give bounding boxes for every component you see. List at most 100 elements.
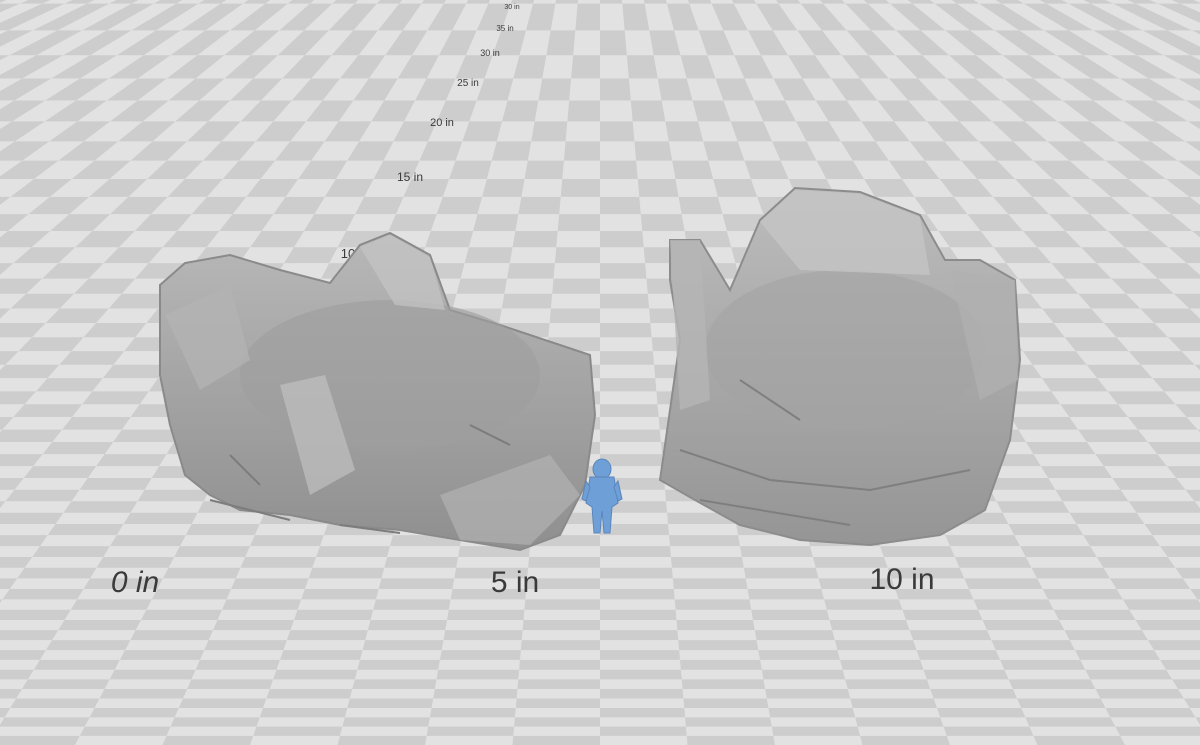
- floor-tile: [517, 679, 600, 689]
- scale-label-0in: 0 in: [110, 566, 160, 599]
- floor-tile: [357, 659, 440, 670]
- floor-tile: [204, 640, 287, 651]
- floor-tile: [524, 599, 600, 610]
- floor-tile: [943, 726, 1034, 736]
- floor-tile: [973, 599, 1054, 610]
- floor-tile: [600, 293, 650, 309]
- floor-tile: [555, 0, 579, 4]
- floor-tile: [600, 323, 652, 338]
- floor-tile: [902, 609, 983, 620]
- floor-tile: [99, 688, 188, 699]
- floor-tile: [286, 630, 368, 641]
- floor-tile: [362, 640, 444, 651]
- floor-tile: [1017, 698, 1106, 708]
- floor-tile: [426, 726, 515, 736]
- floor-tile: [21, 679, 110, 689]
- floor-tile: [522, 619, 600, 631]
- floor-tile: [630, 100, 666, 122]
- floor-tile: [187, 679, 274, 689]
- floor-tile: [109, 669, 196, 680]
- floor-tile: [600, 0, 623, 4]
- floor-tile: [850, 698, 937, 708]
- floor-tile: [1008, 679, 1096, 689]
- floor-tile: [524, 160, 564, 180]
- floor-tile: [213, 619, 294, 631]
- floor-tile: [0, 535, 48, 547]
- floor-tile: [1109, 578, 1191, 589]
- floor-tile: [0, 512, 64, 524]
- floor-tile: [221, 599, 302, 610]
- floor-tile: [1040, 466, 1113, 479]
- floor-tile: [923, 669, 1009, 680]
- floor-tile: [686, 735, 775, 745]
- floor-tile: [834, 640, 917, 651]
- floor-tile: [130, 630, 214, 641]
- floor-tile: [119, 650, 205, 660]
- floor-tile: [765, 688, 851, 699]
- floor-tile: [337, 735, 427, 745]
- floor-tile: [1085, 669, 1173, 680]
- floor-tile: [342, 717, 430, 727]
- floor-tile: [36, 378, 103, 392]
- floor-tile: [909, 630, 992, 641]
- floor-tile: [446, 609, 525, 620]
- floor-tile: [1078, 429, 1148, 442]
- floor-tile: [1107, 391, 1176, 405]
- floor-tile: [0, 717, 90, 727]
- floor-tile: [936, 707, 1026, 718]
- floor-tile: [279, 650, 363, 660]
- 3d-viewport[interactable]: 30 in 35 in 30 in 25 in 20 in 15 in 10 0…: [0, 0, 1200, 745]
- floor-tile: [429, 707, 516, 718]
- ruined-tower-model-left[interactable]: [140, 225, 600, 570]
- floor-tile: [1095, 454, 1167, 467]
- floor-tile: [622, 3, 650, 31]
- floor-tile: [1060, 404, 1128, 418]
- floor-tile: [840, 659, 924, 670]
- floor-tile: [0, 609, 71, 620]
- floor-tile: [502, 100, 539, 122]
- floor-tile: [1128, 501, 1200, 513]
- floor-tile: [82, 391, 149, 405]
- floor-tile: [751, 609, 830, 620]
- floor-tile: [991, 640, 1075, 651]
- floor-tile: [273, 669, 358, 680]
- floor-tile: [443, 630, 523, 641]
- floor-tile: [683, 698, 769, 708]
- floor-tile: [680, 659, 762, 670]
- floor-tile: [178, 698, 267, 708]
- floor-tile: [515, 698, 600, 708]
- floor-tile: [1115, 726, 1200, 736]
- floor-tile: [754, 630, 835, 641]
- floor-tile: [1022, 351, 1087, 365]
- floor-tile: [600, 588, 675, 600]
- floor-tile: [13, 404, 83, 418]
- floor-tile: [253, 726, 343, 736]
- floor-tile: [433, 688, 518, 699]
- floor-tile: [657, 78, 693, 101]
- floor-tile: [600, 650, 681, 660]
- floor-tile: [600, 707, 686, 718]
- floor-tile: [672, 160, 714, 180]
- miniature-figure[interactable]: [578, 455, 626, 540]
- floor-tile: [352, 679, 437, 689]
- floor-tile: [771, 726, 861, 736]
- floor-tile: [42, 441, 114, 455]
- floor-tile: [600, 669, 682, 680]
- floor-tile: [672, 578, 748, 589]
- floor-tile: [45, 640, 131, 651]
- floor-tile: [1025, 717, 1116, 727]
- floor-tile: [681, 679, 766, 689]
- floor-tile: [964, 578, 1043, 589]
- floor-tile: [491, 141, 532, 161]
- floor-tile: [436, 196, 483, 215]
- floor-tile: [531, 121, 568, 142]
- floor-tile: [546, 30, 576, 56]
- ruined-tower-model-right[interactable]: [650, 180, 1030, 550]
- floor-tile: [563, 141, 600, 161]
- floor-tile: [518, 196, 561, 215]
- floor-tile: [32, 546, 110, 557]
- floor-tile: [600, 726, 687, 736]
- floor-tile: [0, 429, 63, 442]
- floor-tile: [293, 609, 374, 620]
- floor-tile: [916, 650, 1001, 660]
